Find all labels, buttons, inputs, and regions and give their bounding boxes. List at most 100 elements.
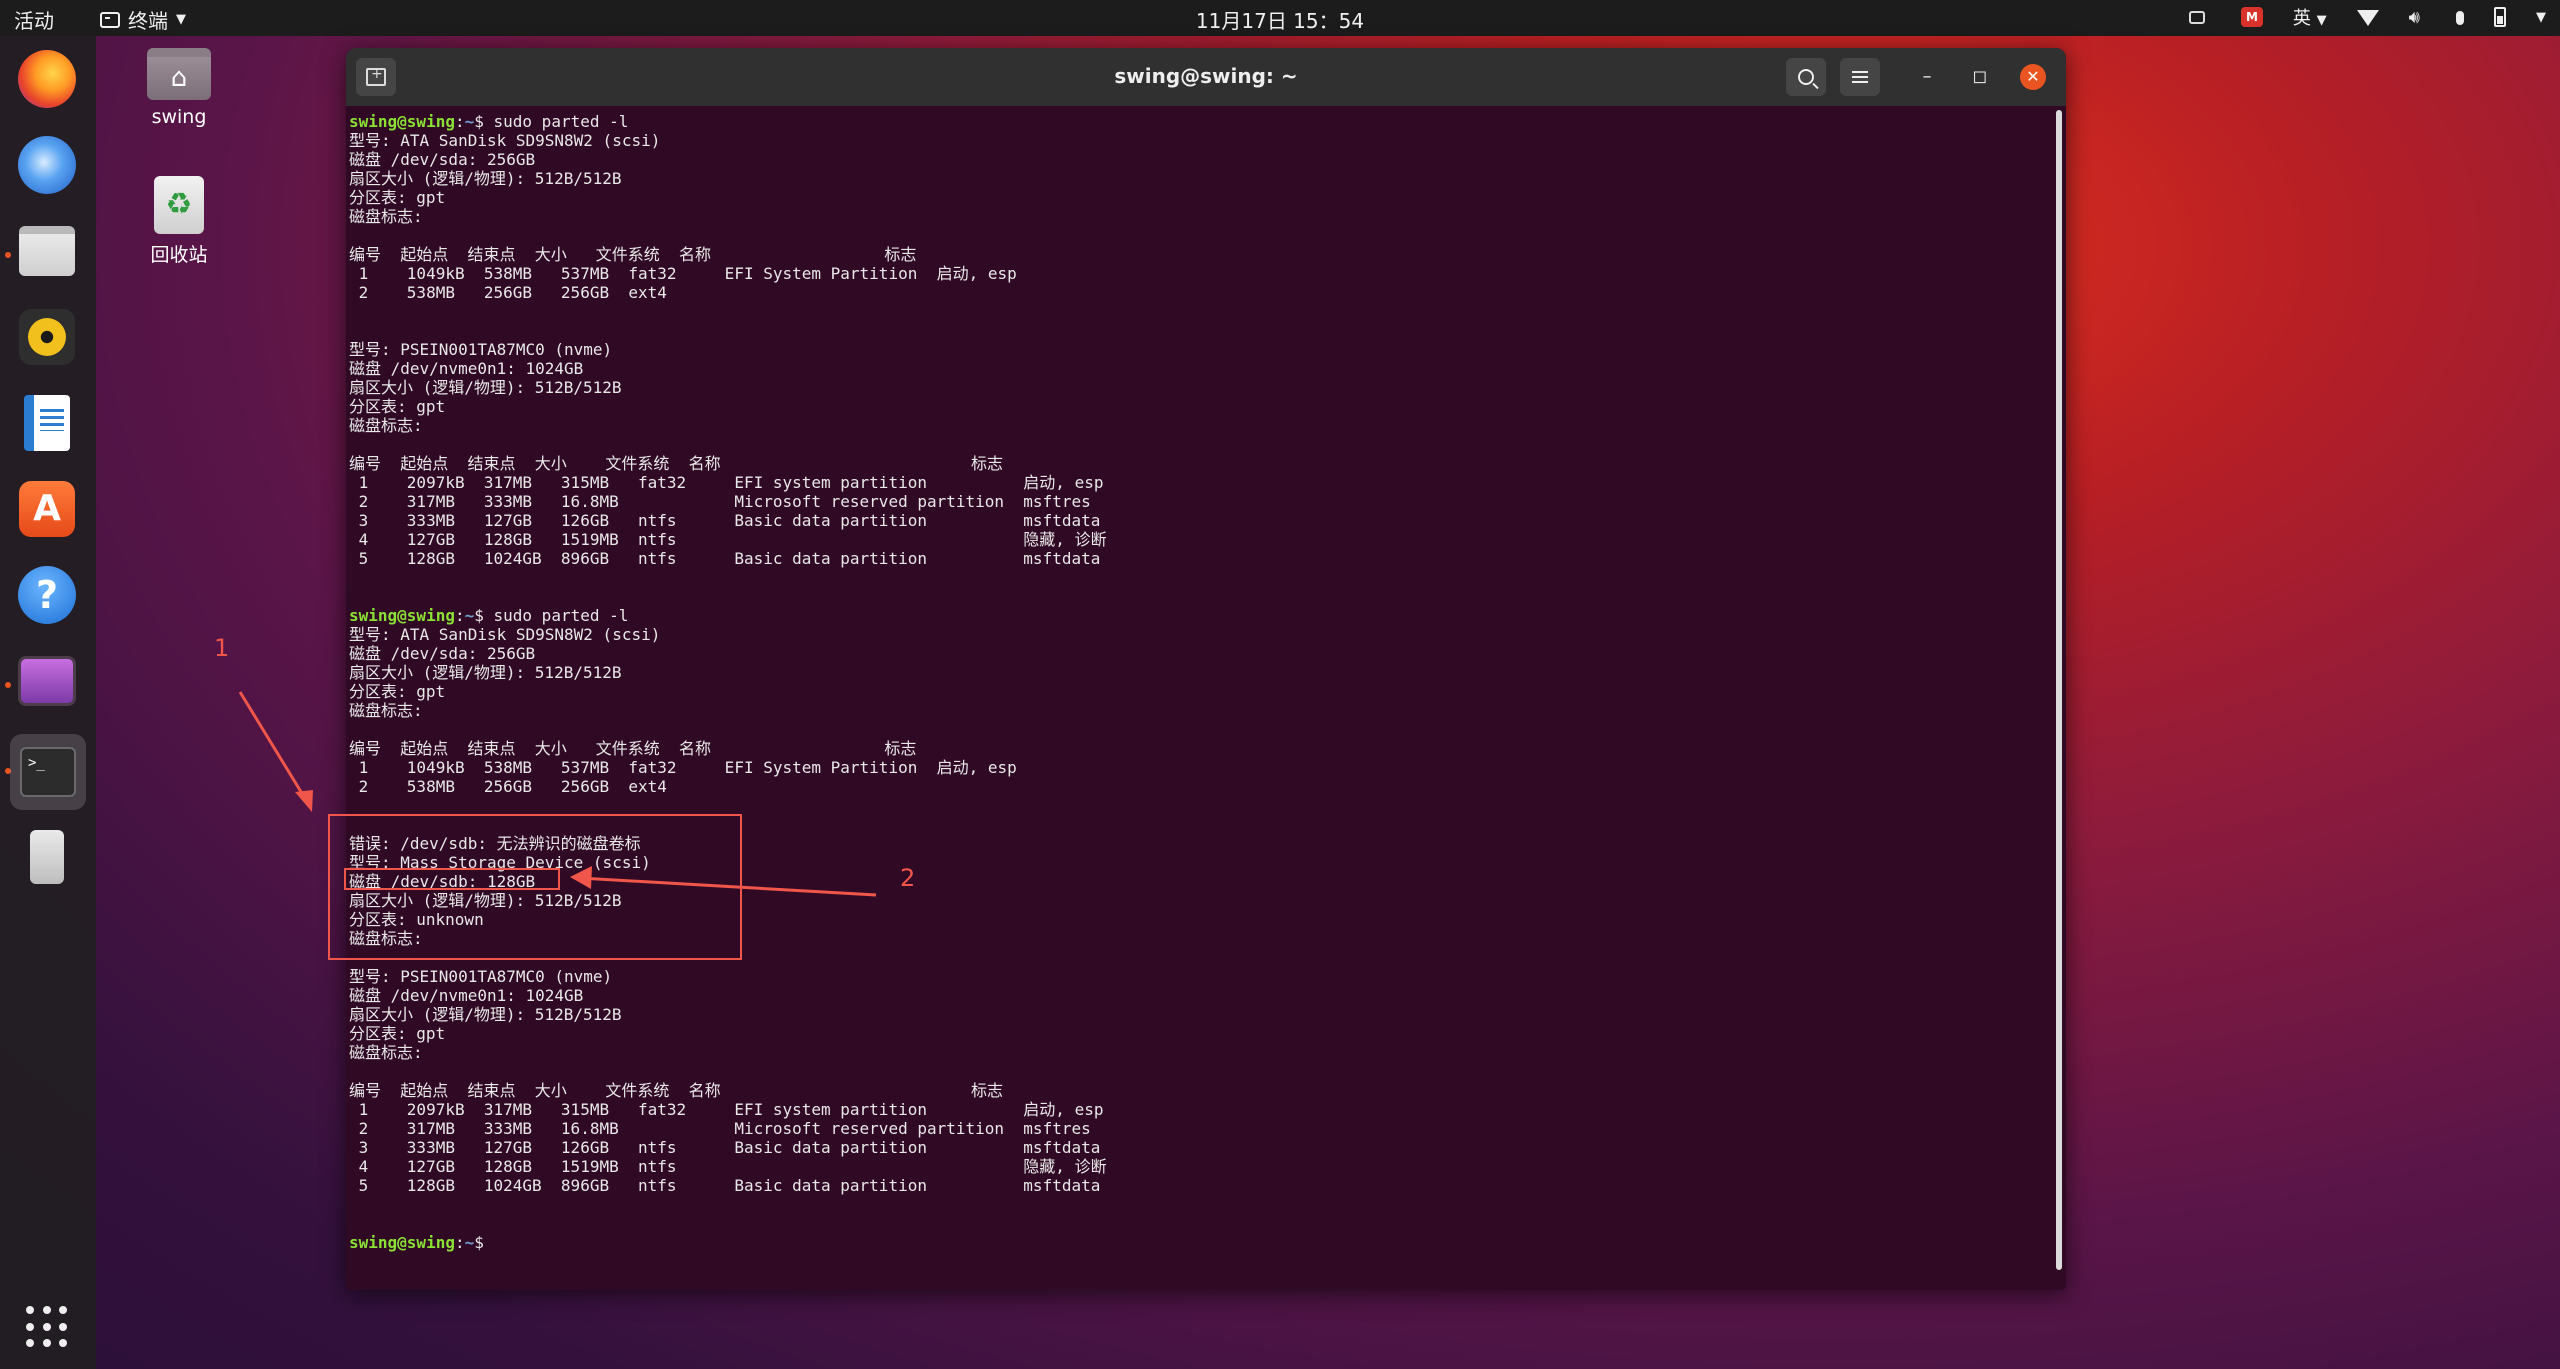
thunderbird-icon (18, 136, 76, 194)
prompt-user: swing@swing (349, 112, 455, 131)
help-icon: ? (18, 566, 76, 624)
dock-terminal[interactable]: >_ (10, 734, 86, 810)
terminal-line: 磁盘标志: (349, 1043, 423, 1062)
terminal-line: 2 317MB 333MB 16.8MB Microsoft reserved … (349, 492, 1091, 511)
wifi-icon[interactable] (2356, 10, 2379, 26)
terminal-line: 编号 起始点 结束点 大小 文件系统 名称 标志 (349, 1081, 1004, 1100)
input-method-indicator[interactable]: 英 ▼ (2293, 4, 2327, 30)
terminal-line: swing@swing:~$ (349, 1233, 2052, 1252)
microphone-icon[interactable] (2456, 11, 2464, 25)
terminal-line: 磁盘 /dev/nvme0n1: 1024GB (349, 359, 584, 378)
battery-icon[interactable] (2494, 7, 2506, 27)
input-app-icon[interactable]: M (2240, 7, 2263, 27)
dock-files[interactable] (16, 220, 78, 282)
dock-help[interactable]: ? (16, 564, 78, 626)
annotation-label-2: 2 (900, 864, 916, 892)
writer-icon (24, 395, 70, 451)
terminal-line: 分区表: gpt (349, 682, 446, 701)
terminal-headerbar[interactable]: swing@swing: ~ – ◻ ✕ (346, 48, 2066, 106)
terminal-line: 1 2097kB 317MB 315MB fat32 EFI system pa… (349, 1100, 1104, 1119)
desktop-home-folder[interactable]: swing (124, 48, 234, 128)
prompt-command: $ (474, 1233, 494, 1252)
chevron-down-icon[interactable]: ▼ (2536, 10, 2546, 25)
terminal-line: 型号: ATA SanDisk SD9SN8W2 (scsi) (349, 625, 661, 644)
search-button[interactable] (1786, 58, 1826, 96)
dock-writer[interactable] (16, 392, 78, 454)
terminal-line: 分区表: gpt (349, 1024, 446, 1043)
camera-icon[interactable] (2188, 11, 2205, 24)
close-button[interactable]: ✕ (2020, 64, 2046, 90)
annotation-box-2 (344, 868, 560, 890)
terminal-line: 2 538MB 256GB 256GB ext4 (349, 283, 667, 302)
terminal-line: 型号: PSEIN001TA87MC0 (nvme) (349, 967, 613, 986)
prompt-command: $ sudo parted -l (474, 606, 629, 625)
chevron-down-icon: ▼ (176, 12, 186, 27)
video-icon (18, 656, 76, 706)
terminal-line: 扇区大小 (逻辑/物理): 512B/512B (349, 169, 622, 188)
scrollbar[interactable] (2056, 110, 2062, 1270)
activities-button[interactable]: 活动 (14, 5, 54, 34)
dock-software[interactable]: A (16, 478, 78, 540)
maximize-icon: ◻ (1972, 66, 1988, 87)
prompt-separator: : (454, 112, 465, 131)
terminal-line: 扇区大小 (逻辑/物理): 512B/512B (349, 1005, 622, 1024)
minimize-button[interactable]: – (1914, 64, 1940, 90)
terminal-line: 磁盘 /dev/nvme0n1: 1024GB (349, 986, 584, 1005)
dock-usb-drive[interactable] (16, 826, 78, 888)
terminal-line: 型号: PSEIN001TA87MC0 (nvme) (349, 340, 613, 359)
terminal-output[interactable]: swing@swing:~$ sudo parted -l 型号: ATA San… (346, 106, 2052, 1290)
desktop-trash[interactable]: ♻ 回收站 (124, 176, 234, 267)
terminal-line: 1 1049kB 538MB 537MB fat32 EFI System Pa… (349, 758, 1017, 777)
terminal-line: 1 2097kB 317MB 315MB fat32 EFI system pa… (349, 473, 1104, 492)
terminal-line: swing@swing:~$ sudo parted -l (349, 112, 2052, 131)
annotation-arrowhead-1 (295, 790, 313, 812)
show-apps-button[interactable] (16, 1296, 78, 1358)
dock-thunderbird[interactable] (16, 134, 78, 196)
search-icon (1798, 69, 1814, 85)
volume-icon[interactable]: 🔊︎ (2409, 7, 2420, 28)
usb-drive-icon (30, 830, 64, 884)
dock: A ? >_ (0, 36, 96, 1369)
prompt-path: ~ (464, 606, 475, 625)
terminal-line: 5 128GB 1024GB 896GB ntfs Basic data par… (349, 549, 1101, 568)
prompt-command: $ sudo parted -l (474, 112, 629, 131)
prompt-path: ~ (464, 112, 475, 131)
trash-icon: ♻ (154, 176, 204, 234)
terminal-line: 分区表: gpt (349, 188, 446, 207)
terminal-line: 3 333MB 127GB 126GB ntfs Basic data part… (349, 511, 1101, 530)
chevron-down-icon: ▼ (2316, 13, 2327, 28)
system-tray: M 英 ▼ 🔊︎ ▼ (2188, 4, 2546, 30)
terminal-line: 磁盘标志: (349, 416, 423, 435)
terminal-line: 编号 起始点 结束点 大小 文件系统 名称 标志 (349, 739, 917, 758)
terminal-line: 型号: ATA SanDisk SD9SN8W2 (scsi) (349, 131, 661, 150)
terminal-line: 扇区大小 (逻辑/物理): 512B/512B (349, 378, 622, 397)
maximize-button[interactable]: ◻ (1967, 64, 1993, 90)
terminal-window: swing@swing: ~ – ◻ ✕ swing@swing:~$ sudo… (346, 48, 2066, 1290)
close-icon: ✕ (2026, 67, 2040, 86)
app-menu[interactable]: 终端 ▼ (100, 5, 186, 34)
app-menu-label: 终端 (128, 9, 168, 33)
terminal-line: 3 333MB 127GB 126GB ntfs Basic data part… (349, 1138, 1101, 1157)
terminal-line: 4 127GB 128GB 1519MB ntfs 隐藏, 诊断 (349, 1157, 1107, 1176)
terminal-icon: >_ (20, 747, 76, 797)
clock[interactable]: 11月17日 15：54 (1196, 9, 1364, 33)
dock-rhythmbox[interactable] (16, 306, 78, 368)
desktop-home-label: swing (151, 106, 207, 128)
prompt-separator: : (454, 606, 465, 625)
software-icon: A (19, 481, 75, 537)
menu-button[interactable] (1840, 58, 1880, 96)
terminal-line: 磁盘标志: (349, 207, 423, 226)
terminal-line: 4 127GB 128GB 1519MB ntfs 隐藏, 诊断 (349, 530, 1107, 549)
dock-firefox[interactable] (16, 48, 78, 110)
terminal-line: 磁盘 /dev/sda: 256GB (349, 150, 536, 169)
annotation-label-1: 1 (214, 634, 230, 662)
top-bar: 活动 终端 ▼ 11月17日 15：54 M 英 ▼ 🔊︎ ▼ (0, 0, 2560, 36)
terminal-line: 磁盘 /dev/sda: 256GB (349, 644, 536, 663)
dock-video[interactable] (16, 650, 78, 712)
desktop-trash-label: 回收站 (150, 244, 208, 266)
